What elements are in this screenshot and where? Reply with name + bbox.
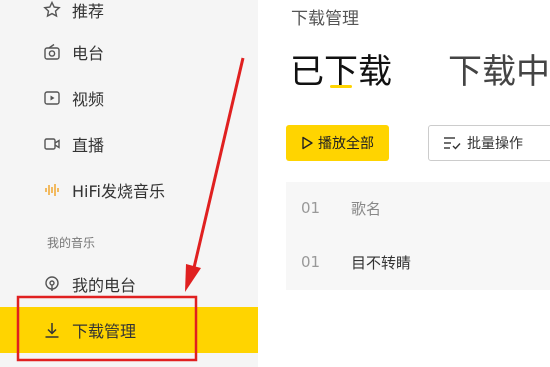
sidebar-item-label: 我的电台 <box>72 276 137 295</box>
tab-downloading[interactable]: 下载中 <box>448 44 550 93</box>
podcast-icon <box>42 274 62 294</box>
sidebar-item-recommend[interactable]: 推荐 <box>0 0 258 32</box>
tab-active-indicator <box>330 85 352 88</box>
table-row[interactable]: 01 目不转睛 <box>286 234 550 290</box>
sidebar-item-label: HiFi发烧音乐 <box>72 182 165 201</box>
radio-icon <box>42 42 62 62</box>
play-all-button[interactable]: 播放全部 <box>286 125 389 161</box>
sidebar-item-video[interactable]: 视频 <box>0 76 258 120</box>
sidebar-item-hifi[interactable]: HiFi发烧音乐 <box>0 168 258 212</box>
section-title-my-music: 我的音乐 <box>47 236 96 250</box>
sidebar-item-label: 视频 <box>72 90 105 109</box>
video-icon <box>42 88 62 108</box>
page-breadcrumb: 下载管理 <box>291 9 359 29</box>
live-icon <box>42 134 62 154</box>
main-panel: 下载管理 已下载 下载中 播放全部 批量操作 01 歌名 01 目不转睛 <box>258 0 550 367</box>
download-icon <box>42 320 62 340</box>
play-icon <box>301 136 313 150</box>
table-header-row: 01 歌名 <box>286 182 550 234</box>
sidebar-item-my-radio[interactable]: 我的电台 <box>0 262 258 306</box>
song-title[interactable]: 目不转睛 <box>351 252 411 273</box>
song-table: 01 歌名 01 目不转睛 <box>286 182 550 290</box>
sidebar-item-radio[interactable]: 电台 <box>0 30 258 74</box>
list-check-icon <box>443 136 461 150</box>
sidebar-item-label: 电台 <box>72 44 105 63</box>
hifi-icon <box>42 180 62 200</box>
batch-operation-label: 批量操作 <box>467 136 523 152</box>
row-index: 01 <box>301 253 321 271</box>
sidebar-item-download-manager[interactable]: 下载管理 <box>0 307 258 353</box>
sidebar-item-label: 下载管理 <box>72 322 137 341</box>
header-index: 01 <box>301 199 321 217</box>
play-all-label: 播放全部 <box>318 136 374 152</box>
star-icon <box>42 0 62 20</box>
batch-operation-button[interactable]: 批量操作 <box>428 125 550 161</box>
sidebar-item-label: 推荐 <box>72 2 105 21</box>
sidebar-item-live[interactable]: 直播 <box>0 122 258 166</box>
sidebar-item-label: 直播 <box>72 136 105 155</box>
header-song-title[interactable]: 歌名 <box>351 198 381 219</box>
sidebar: 推荐 电台 视频 直播 HiFi发烧音乐 我的音乐 我的电台 下载管理 <box>0 0 258 367</box>
